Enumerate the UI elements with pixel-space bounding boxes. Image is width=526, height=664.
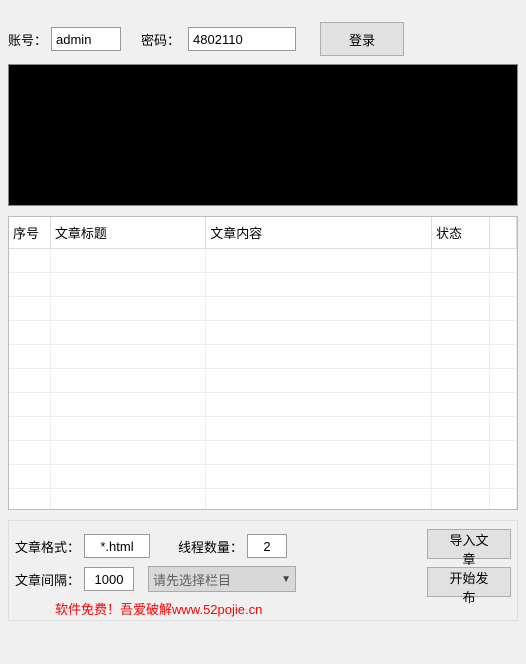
- table-row[interactable]: [9, 465, 517, 489]
- article-table[interactable]: 序号 文章标题 文章内容 状态: [8, 216, 518, 510]
- table-row[interactable]: [9, 273, 517, 297]
- start-button[interactable]: 开始发布: [427, 567, 511, 597]
- table-row[interactable]: [9, 249, 517, 273]
- table-row[interactable]: [9, 393, 517, 417]
- footer-text: 软件免费！吾爱破解www.52pojie.cn: [15, 599, 511, 618]
- login-button[interactable]: 登录: [320, 22, 404, 56]
- table-row[interactable]: [9, 369, 517, 393]
- table-row[interactable]: [9, 297, 517, 321]
- col-seq[interactable]: 序号: [9, 217, 50, 249]
- footer-prefix: 软件免费！吾爱破解: [55, 602, 172, 617]
- table-row[interactable]: [9, 321, 517, 345]
- format-input[interactable]: [84, 534, 150, 558]
- interval-input[interactable]: [84, 567, 134, 591]
- import-button[interactable]: 导入文章: [427, 529, 511, 559]
- thread-label: 线程数量：: [178, 537, 243, 556]
- format-label: 文章格式：: [15, 537, 80, 556]
- col-extra: [490, 217, 517, 249]
- table-row[interactable]: [9, 417, 517, 441]
- thread-input[interactable]: [247, 534, 287, 558]
- interval-label: 文章间隔：: [15, 570, 80, 589]
- table-row[interactable]: [9, 489, 517, 511]
- password-input[interactable]: [188, 27, 296, 51]
- chevron-down-icon: ▼: [281, 574, 291, 585]
- bottom-panel: 文章格式： 线程数量： 文章间隔： 请先选择栏目 ▼ 导入文章 开: [8, 520, 518, 621]
- col-status[interactable]: 状态: [432, 217, 490, 249]
- category-dropdown[interactable]: 请先选择栏目 ▼: [148, 566, 296, 592]
- table-row[interactable]: [9, 345, 517, 369]
- table-header-row: 序号 文章标题 文章内容 状态: [9, 217, 517, 249]
- password-label: 密码：: [141, 30, 180, 49]
- account-label: 账号：: [8, 30, 47, 49]
- preview-panel: [8, 64, 518, 206]
- login-row: 账号： 密码： 登录: [8, 8, 518, 56]
- table-row[interactable]: [9, 441, 517, 465]
- col-title[interactable]: 文章标题: [50, 217, 205, 249]
- dropdown-placeholder: 请先选择栏目: [153, 570, 231, 589]
- footer-link[interactable]: www.52pojie.cn: [172, 602, 262, 617]
- account-input[interactable]: [51, 27, 121, 51]
- col-content[interactable]: 文章内容: [206, 217, 432, 249]
